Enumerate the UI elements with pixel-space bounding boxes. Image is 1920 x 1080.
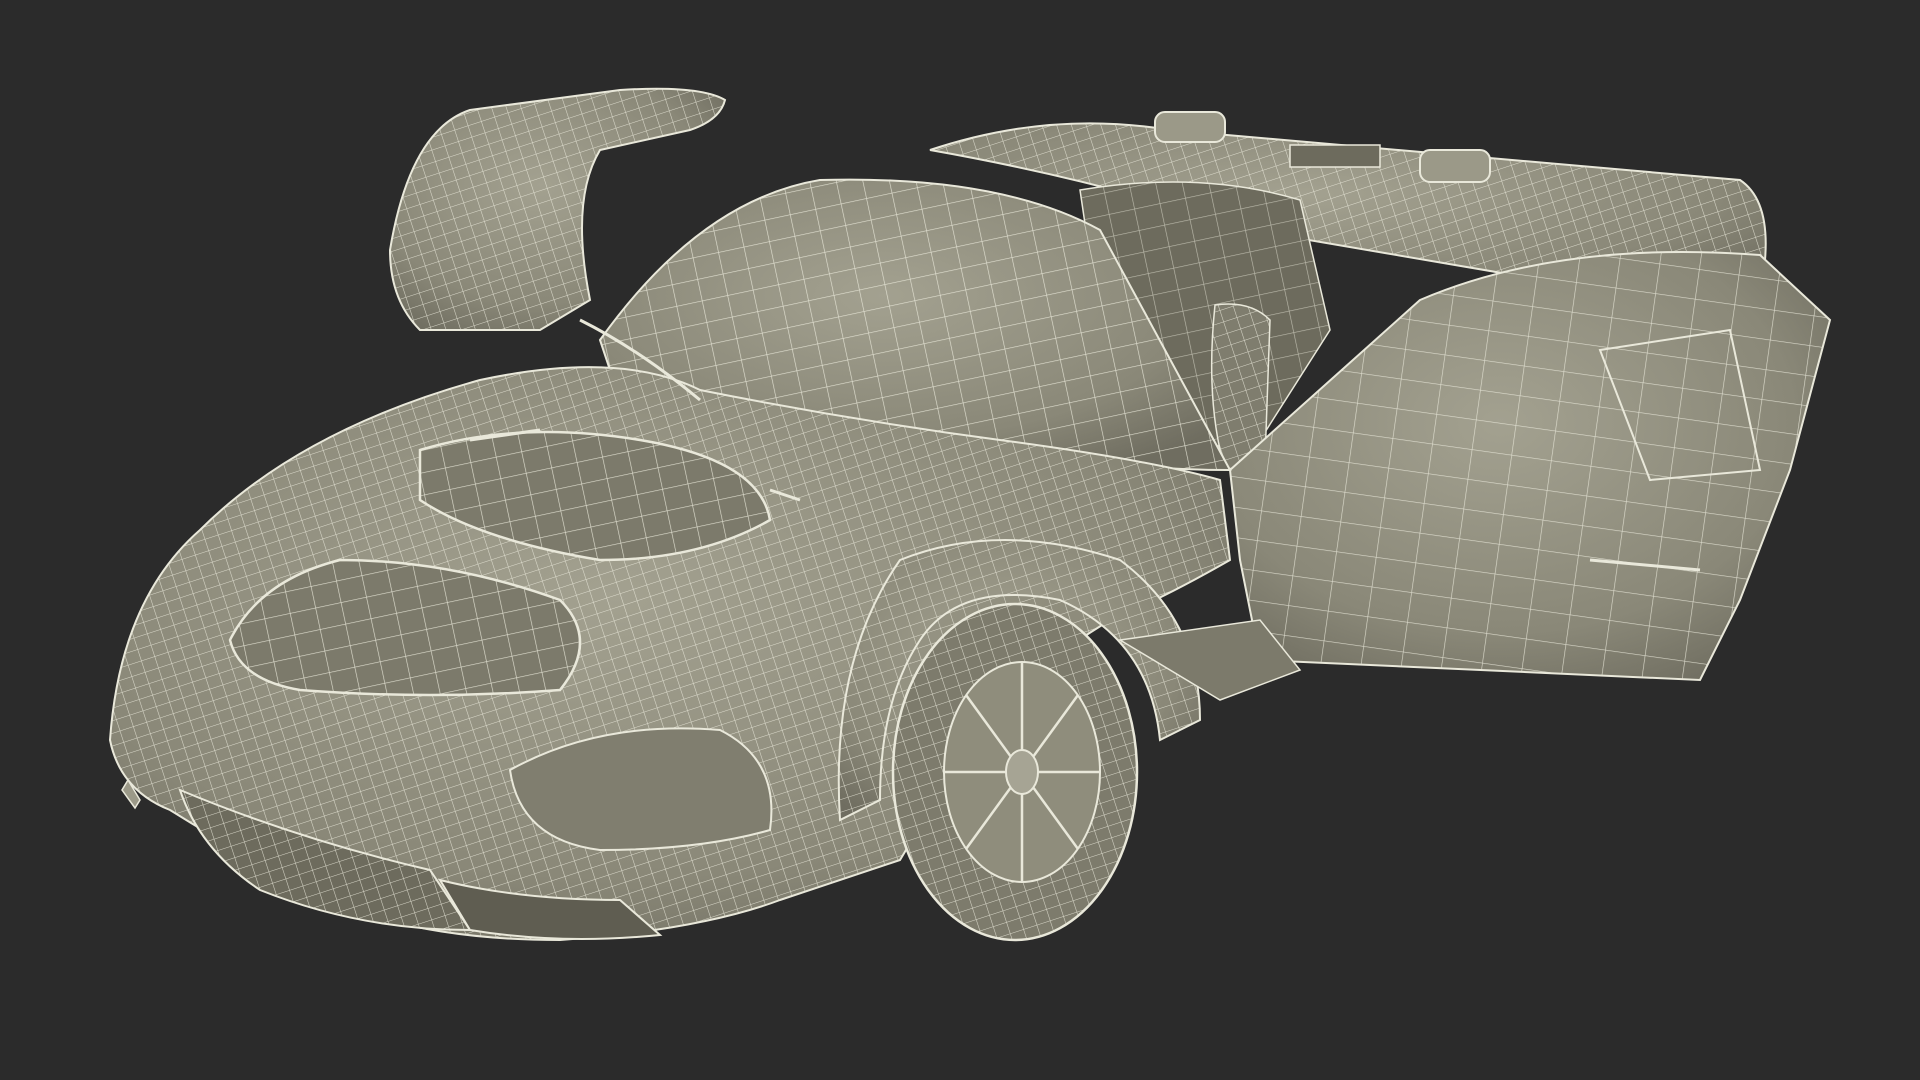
- roof-scoop-left: [1154, 111, 1226, 143]
- wireframe-car-render: [0, 0, 1920, 1080]
- roof-scoop-right: [1419, 149, 1491, 183]
- front-wheel: [891, 602, 1139, 942]
- render-viewport[interactable]: [0, 0, 1920, 1080]
- wheel-hub: [1005, 749, 1039, 795]
